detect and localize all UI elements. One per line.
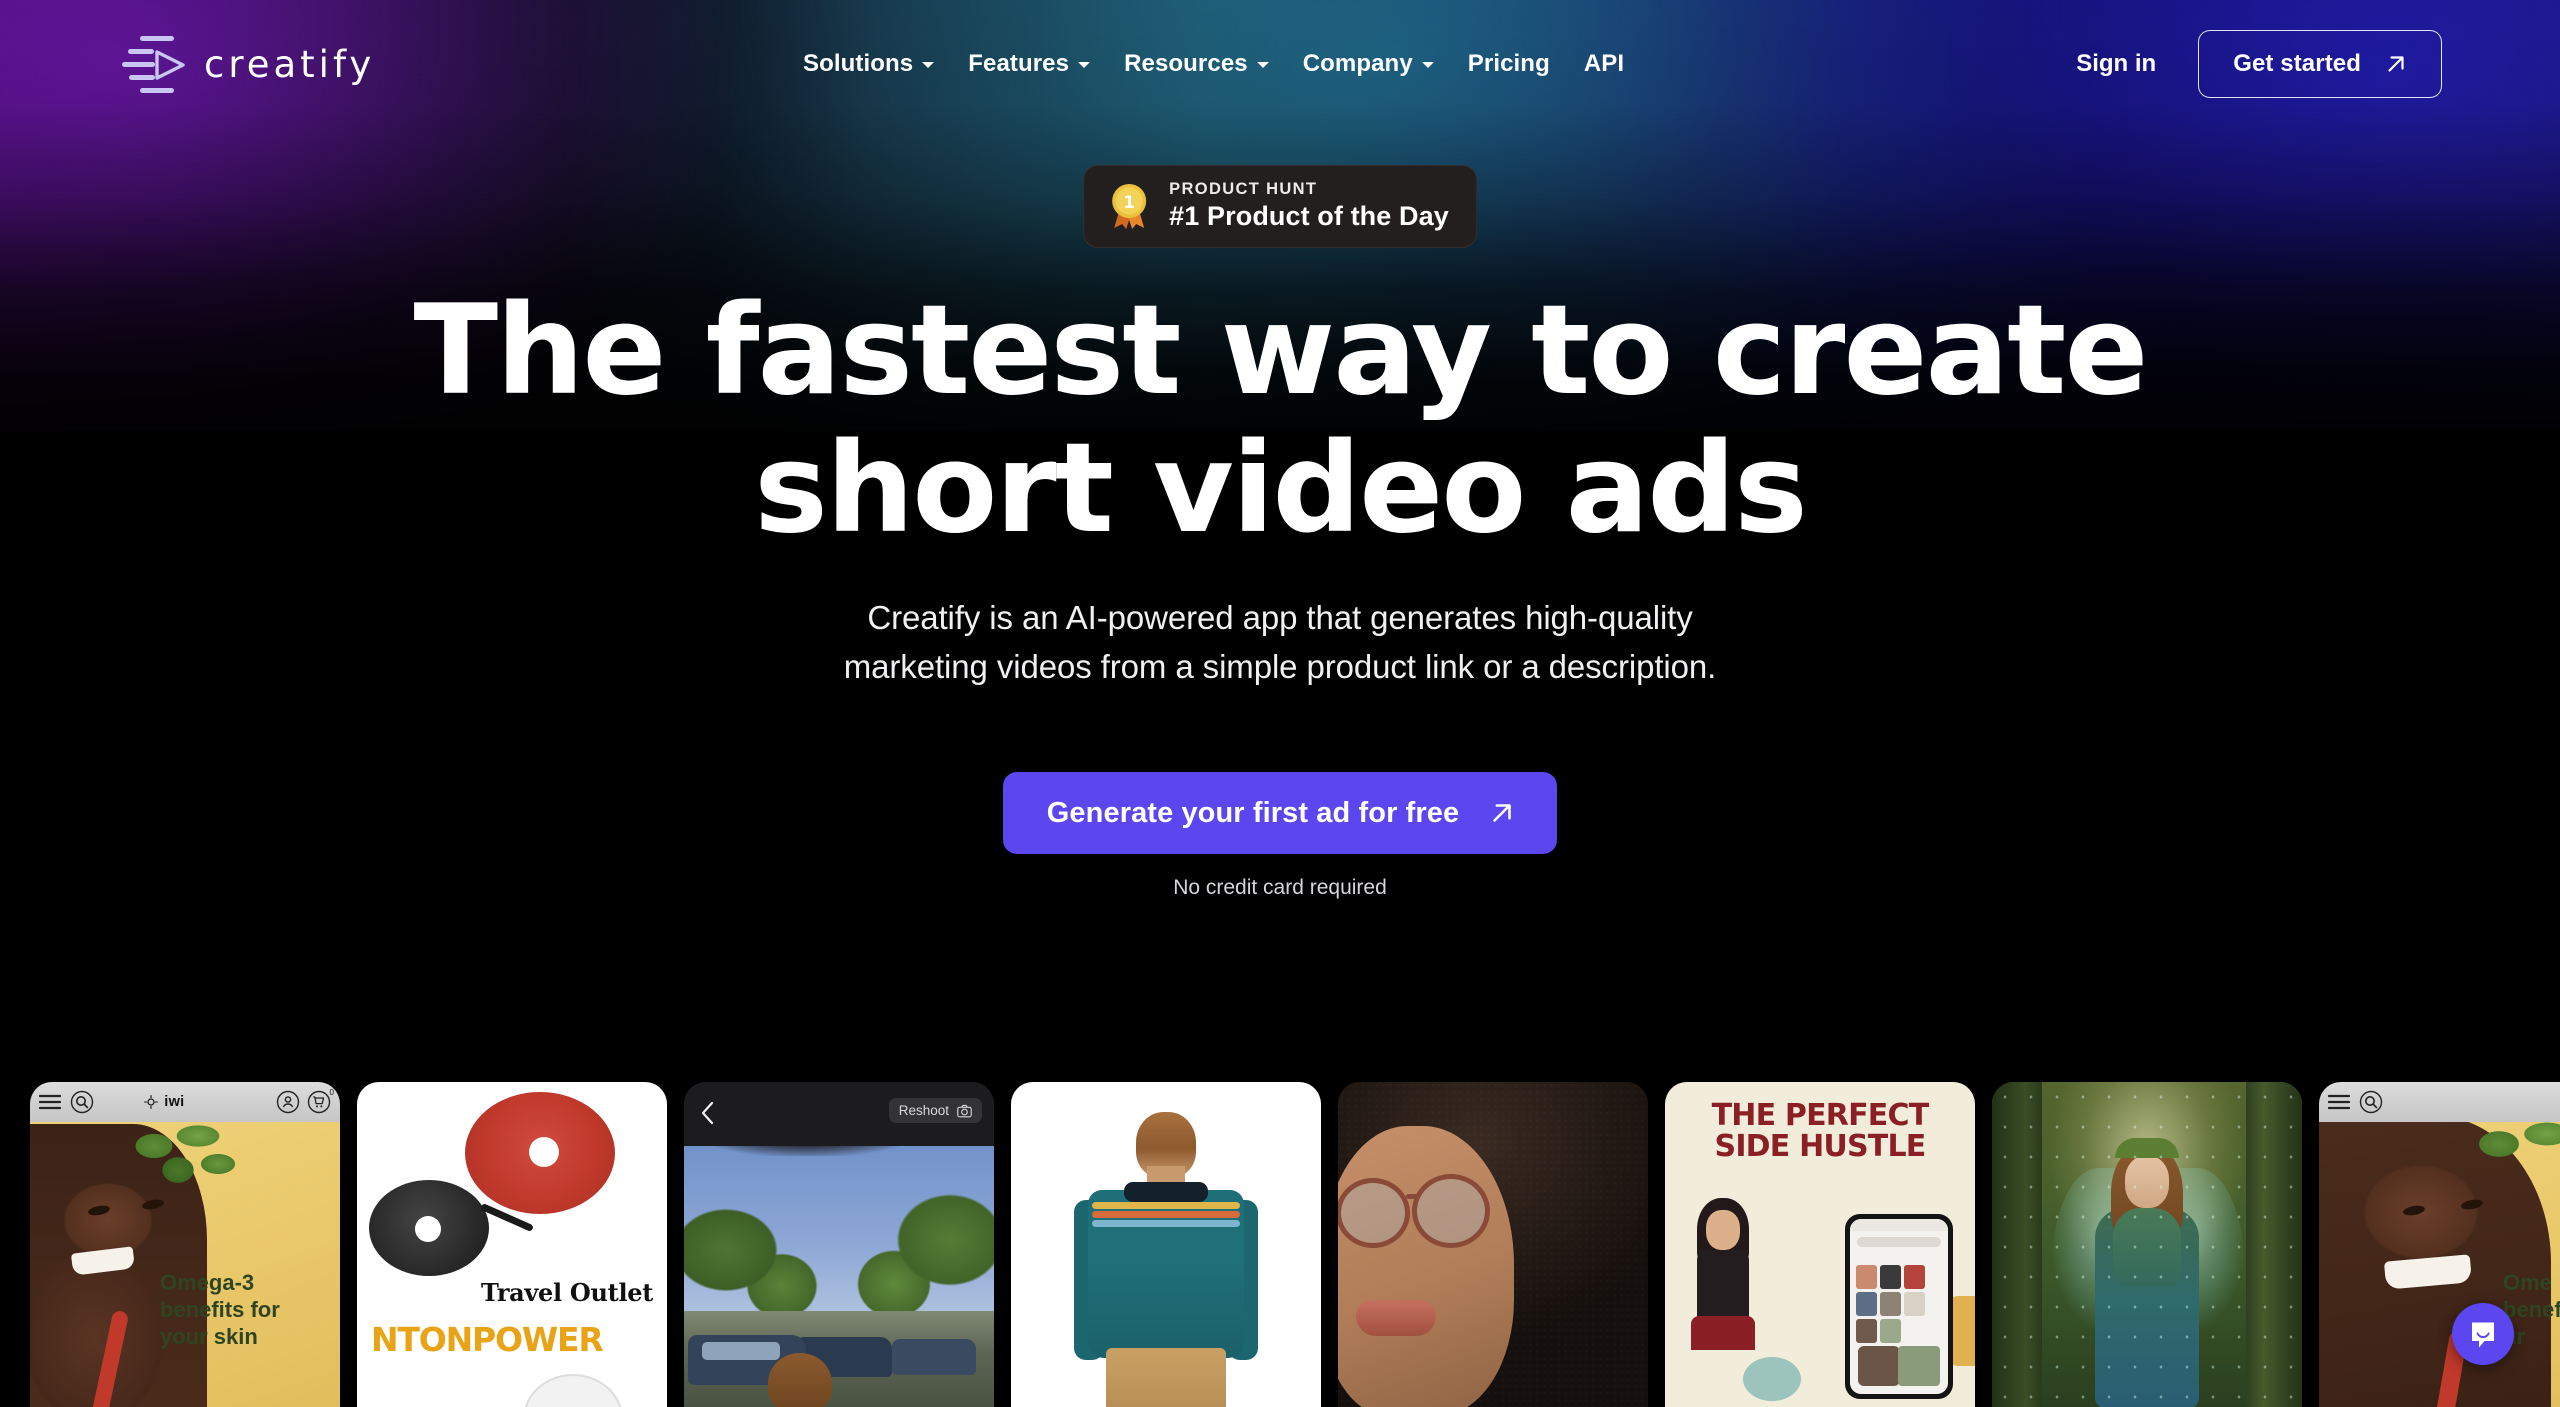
overlay-line-1: Omega-3	[160, 1270, 255, 1295]
reshoot-button[interactable]: Reshoot	[888, 1098, 982, 1123]
nav-item-pricing[interactable]: Pricing	[1451, 40, 1567, 88]
sign-in-link[interactable]: Sign in	[2062, 40, 2170, 88]
headline-line-2: short video ads	[754, 416, 1808, 561]
card-title: Travel Outlet	[481, 1278, 654, 1307]
camera-icon	[957, 1104, 972, 1117]
cta-footnote: No credit card required	[1173, 876, 1387, 899]
get-started-button[interactable]: Get started	[2198, 29, 2442, 98]
chevron-down-icon	[922, 62, 935, 68]
showcase-card-reshoot[interactable]: Reshoot	[684, 1082, 994, 1407]
overlay-line-2: benef	[2503, 1296, 2560, 1322]
card-artwork	[684, 1134, 994, 1407]
mobile-browser-chrome: iwi 0	[30, 1082, 340, 1122]
showcase-card-jacket[interactable]	[1011, 1082, 1321, 1407]
chevron-down-icon	[1078, 62, 1091, 68]
showcase-card-omega3[interactable]: Omega-3 benefits for your skin iwi 0	[30, 1082, 340, 1407]
subtitle-line-2: marketing videos from a simple product l…	[843, 647, 1717, 685]
showcase-card-fairy-forest[interactable]	[1992, 1082, 2302, 1407]
card-title: THE PERFECT SIDE HUSTLE	[1674, 1098, 1966, 1165]
page-title: The fastest way to create short video ad…	[0, 282, 2560, 561]
get-started-label: Get started	[2233, 49, 2361, 77]
creatify-logo-icon	[122, 28, 188, 100]
chat-bubble-icon	[2472, 1322, 2494, 1348]
generate-first-ad-button[interactable]: Generate your first ad for free	[1002, 772, 1558, 854]
main-navigation: Solutions Features Resources Company Pri…	[786, 0, 1641, 127]
cart-icon[interactable]: 0	[307, 1088, 334, 1114]
card-title-line-1: THE PERFECT	[1711, 1098, 1930, 1133]
landing-page: creatify Solutions Features Resources Co…	[0, 0, 2560, 1407]
headline-line-1: The fastest way to create	[413, 279, 2148, 423]
store-brand: iwi	[144, 1094, 184, 1110]
product-hunt-badge[interactable]: 1 PRODUCT HUNT #1 Product of the Day	[1083, 165, 1477, 249]
nav-item-features[interactable]: Features	[951, 40, 1107, 88]
medal-icon: 1	[1112, 184, 1147, 230]
logo-link[interactable]: creatify	[122, 28, 375, 100]
cart-count-badge: 0	[329, 1088, 334, 1097]
chevron-down-icon	[1421, 62, 1434, 68]
account-icon[interactable]	[276, 1090, 300, 1114]
mobile-browser-chrome: iwi	[2319, 1082, 2560, 1122]
nav-label-features: Features	[968, 49, 1070, 77]
app-topbar: Reshoot	[684, 1082, 994, 1146]
product-hunt-title: #1 Product of the Day	[1169, 201, 1449, 232]
back-chevron-icon[interactable]	[698, 1100, 718, 1131]
search-icon[interactable]	[70, 1090, 94, 1114]
site-header: creatify Solutions Features Resources Co…	[0, 0, 2560, 127]
phone-mockup	[1845, 1214, 1953, 1399]
nav-item-solutions[interactable]: Solutions	[786, 40, 951, 88]
nav-label-api: API	[1583, 49, 1625, 77]
nav-label-solutions: Solutions	[803, 49, 914, 77]
card-brand: NTONPOWER	[371, 1320, 604, 1359]
product-hunt-text: PRODUCT HUNT #1 Product of the Day	[1169, 180, 1449, 232]
subtitle-line-1: Creatify is an AI-powered app that gener…	[867, 599, 1693, 636]
search-icon[interactable]	[2359, 1090, 2383, 1114]
logo-wordmark: creatify	[204, 42, 376, 86]
overlay-line-2: benefits for	[160, 1296, 280, 1322]
video-showcase-strip: Omega-3 benefits for your skin iwi 0 Tra…	[30, 1082, 2560, 1407]
presenter-image	[1689, 1198, 1757, 1352]
store-brand-label: iwi	[164, 1094, 185, 1110]
hamburger-menu-icon[interactable]	[2328, 1094, 2350, 1110]
product-hunt-kicker: PRODUCT HUNT	[1169, 180, 1318, 198]
card-title-line-2: SIDE HUSTLE	[1714, 1129, 1927, 1165]
overlay-line-1: Ome	[2503, 1270, 2552, 1295]
showcase-card-side-hustle[interactable]: THE PERFECT SIDE HUSTLE	[1665, 1082, 1975, 1407]
hero-subtitle: Creatify is an AI-powered app that gener…	[0, 594, 2560, 692]
nav-item-resources[interactable]: Resources	[1107, 40, 1286, 88]
cta-label: Generate your first ad for free	[1046, 796, 1460, 829]
header-actions: Sign in Get started	[2062, 0, 2442, 127]
nav-label-company: Company	[1302, 49, 1413, 77]
nav-label-pricing: Pricing	[1467, 49, 1550, 77]
intercom-chat-launcher[interactable]	[2452, 1303, 2514, 1365]
nav-item-api[interactable]: API	[1567, 40, 1641, 88]
card-artwork: Ome benef ur	[2319, 1112, 2560, 1407]
showcase-card-omega3-repeat[interactable]: Ome benef ur iwi	[2319, 1082, 2560, 1407]
hamburger-menu-icon[interactable]	[39, 1094, 61, 1110]
sun-icon	[144, 1095, 159, 1109]
showcase-card-portrait-glasses[interactable]	[1338, 1082, 1648, 1407]
reshoot-label: Reshoot	[898, 1103, 949, 1118]
chevron-down-icon	[1256, 62, 1269, 68]
nav-label-resources: Resources	[1124, 49, 1248, 77]
card-artwork: Omega-3 benefits for your skin	[30, 1116, 340, 1407]
card-overlay-text: Omega-3 benefits for your skin	[160, 1270, 328, 1350]
showcase-card-travel-outlet[interactable]: Travel Outlet NTONPOWER	[357, 1082, 667, 1407]
arrow-up-right-icon	[2388, 55, 2404, 72]
overlay-line-3: your skin	[160, 1323, 258, 1349]
arrow-up-right-icon	[1493, 804, 1511, 822]
medal-number: 1	[1123, 193, 1135, 213]
nav-item-company[interactable]: Company	[1286, 40, 1451, 88]
hero-cta-area: Generate your first ad for free No credi…	[0, 772, 2560, 900]
